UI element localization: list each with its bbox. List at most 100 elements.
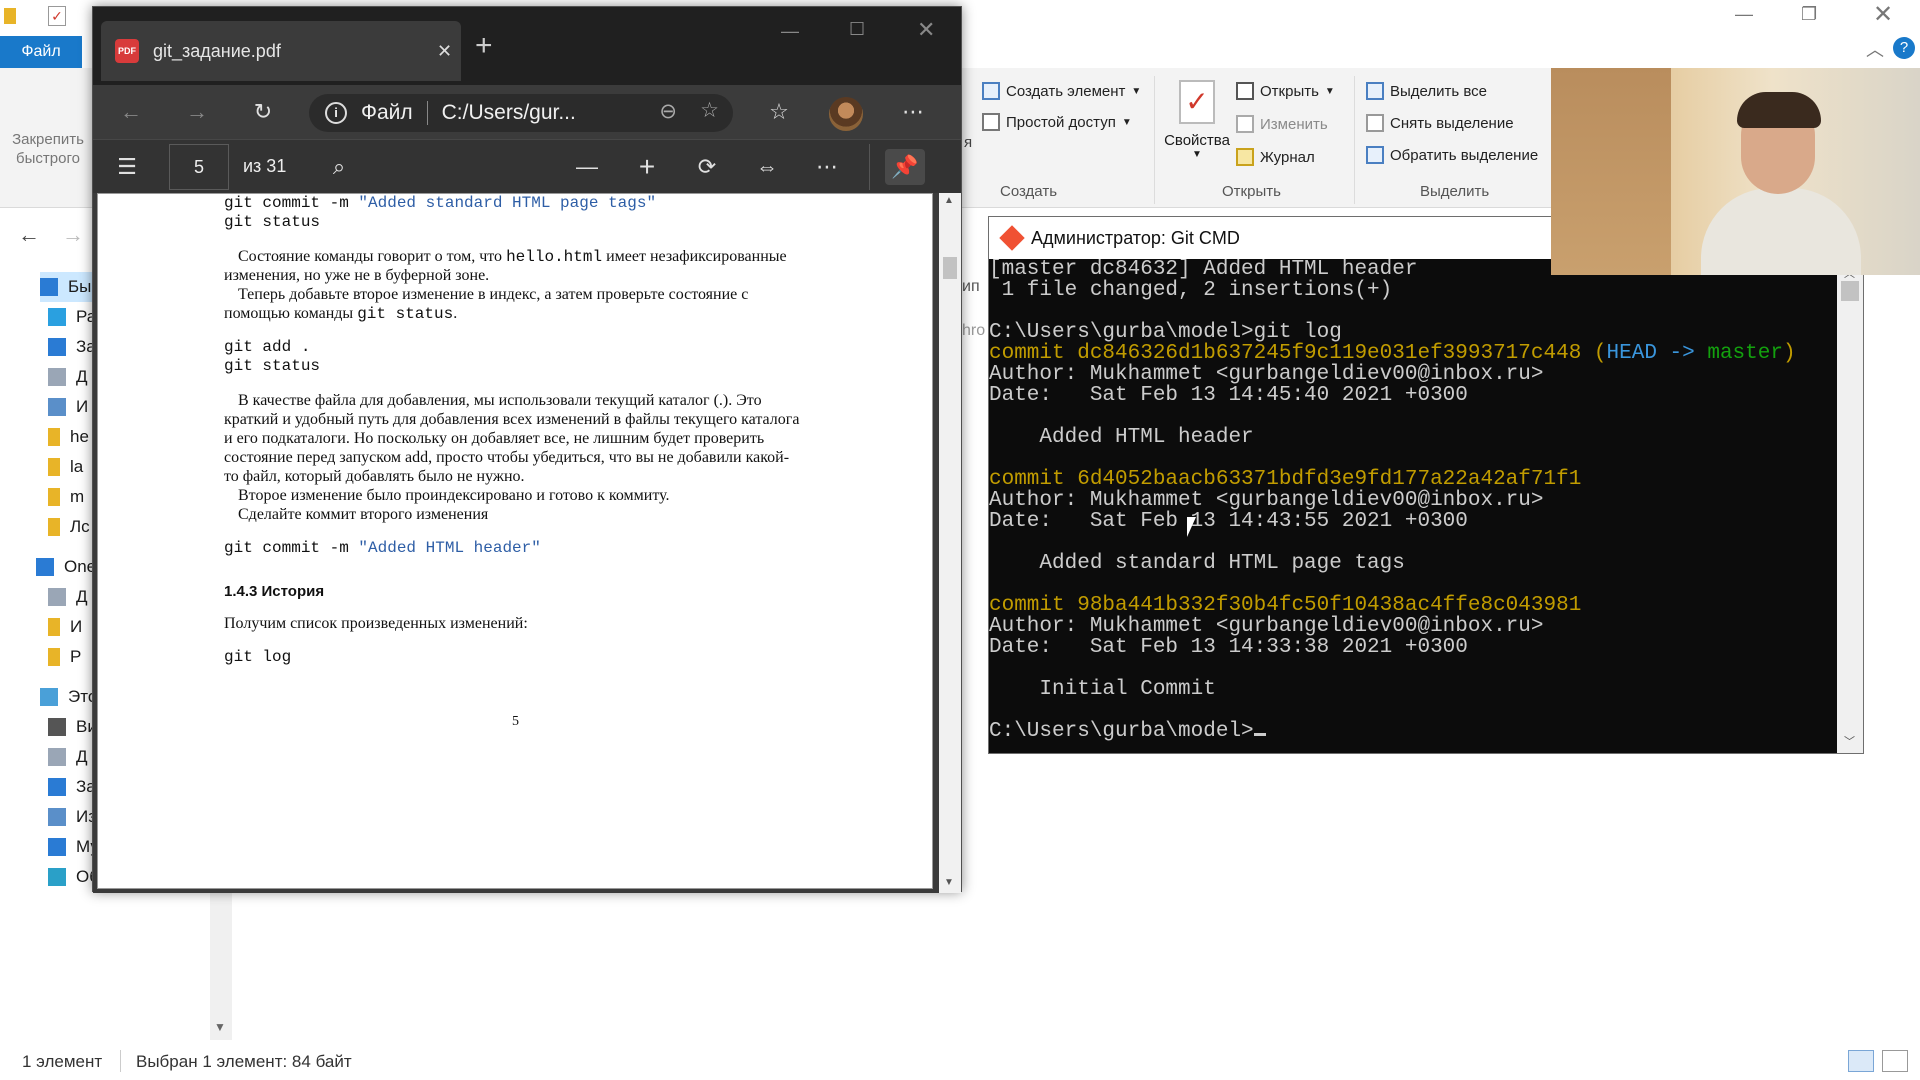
video-icon (48, 718, 66, 736)
open-button[interactable]: Открыть ▼ (1236, 82, 1335, 100)
search-icon[interactable]: ⌕ (323, 151, 355, 183)
file-menu-tab[interactable]: Файл (0, 36, 82, 68)
pin-label: Закрепить (12, 131, 84, 148)
collapse-ribbon-icon[interactable]: ︿ (1866, 36, 1884, 62)
rotate-icon[interactable]: ⟳ (691, 151, 723, 183)
properties-icon: ✓ (1179, 80, 1215, 124)
paragraph-line: состояние перед запуском add, просто что… (224, 449, 790, 466)
paragraph-line: Второе изменение было проиндексировано и… (238, 487, 670, 504)
picture-icon (48, 398, 66, 416)
webcam-wall (1551, 68, 1671, 275)
sidebar-item-label: Д (76, 367, 88, 386)
new-item-icon (982, 82, 1000, 100)
zoom-out-icon[interactable]: ⊖ (659, 99, 677, 124)
select-all-button[interactable]: Выделить все (1366, 82, 1487, 100)
terminal-line: Initial Commit (989, 678, 1216, 701)
pdf-toolbar: ☰ 5 из 31 ⌕ — + ⟳ ⇔ ⋯ 📌 (93, 139, 961, 193)
dropdown-arrow-icon: ▼ (1192, 149, 1202, 160)
paragraph-line: Теперь добавьте второе изменение в индек… (238, 286, 749, 303)
partial-column-text: hro (962, 322, 986, 339)
invert-selection-icon (1366, 146, 1384, 164)
favorites-icon[interactable]: ☆ (763, 96, 795, 128)
pin-toolbar-icon[interactable]: 📌 (885, 149, 925, 185)
edit-label: Изменить (1260, 115, 1328, 133)
scroll-down-icon[interactable]: ▼ (944, 877, 954, 888)
invert-selection-button[interactable]: Обратить выделение (1366, 146, 1538, 164)
minimize-icon[interactable]: — (1735, 4, 1759, 25)
scrollbar-thumb[interactable] (943, 257, 957, 279)
new-tab-icon[interactable]: + (475, 31, 493, 61)
toolbar-divider (869, 144, 870, 190)
properties-check-icon[interactable]: ✓ (48, 6, 66, 26)
selection-info: Выбран 1 элемент: 84 байт (136, 1052, 352, 1071)
history-label: Журнал (1260, 148, 1315, 166)
pdf-scrollbar[interactable]: ▲ ▼ (939, 193, 961, 893)
computer-icon (40, 688, 58, 706)
add-favorite-icon[interactable]: ☆ (700, 98, 719, 123)
sidebar-item-label: m (70, 487, 85, 506)
ribbon-divider (1154, 76, 1155, 204)
forward-icon[interactable]: → (181, 96, 213, 128)
edit-button[interactable]: Изменить (1236, 115, 1328, 133)
close-tab-icon[interactable]: ✕ (437, 41, 452, 62)
address-scheme-label: Файл (361, 101, 413, 124)
refresh-icon[interactable]: ↻ (247, 96, 279, 128)
pin-quick-access-button[interactable]: Закрепить быстрого (10, 130, 86, 168)
paragraph-line: изменения, но уже не в буферной зоне. (224, 267, 490, 284)
table-of-contents-icon[interactable]: ☰ (111, 151, 143, 183)
zoom-in-icon[interactable]: + (631, 151, 663, 183)
back-arrow-icon[interactable]: ← (18, 222, 40, 248)
code-line: git commit -m "Added standard HTML page … (224, 194, 657, 212)
help-icon[interactable]: ? (1893, 37, 1915, 59)
terminal-line: 1 file changed, 2 insertions(+) (989, 279, 1393, 302)
terminal-scrollbar[interactable]: ︿ ﹀ (1837, 259, 1863, 753)
address-path: C:/Users/gur... (441, 101, 576, 124)
group-open-label: Открыть (1222, 183, 1281, 200)
select-all-label: Выделить все (1390, 82, 1488, 100)
properties-button[interactable]: ✓ Свойства ▼ (1162, 80, 1232, 160)
maximize-icon[interactable]: ☐ (849, 19, 865, 40)
close-icon[interactable]: ✕ (1873, 0, 1897, 29)
zoom-out-icon[interactable]: — (571, 151, 603, 183)
dropdown-arrow-icon: ▼ (1324, 85, 1335, 97)
new-item-button[interactable]: Создать элемент ▼ (982, 82, 1141, 100)
browser-tab[interactable]: PDF git_задание.pdf ✕ (101, 21, 461, 81)
scroll-up-icon[interactable]: ▲ (944, 195, 954, 206)
scrollbar-thumb[interactable] (1841, 281, 1859, 301)
sidebar-item-label: Д (76, 747, 88, 766)
paragraph-line: В качестве файла для добавления, мы испо… (238, 392, 762, 409)
document-icon (48, 368, 66, 386)
scroll-down-icon[interactable]: ▼ (214, 1020, 226, 1034)
edit-icon (1236, 115, 1254, 133)
more-options-icon[interactable]: ⋯ (897, 96, 929, 128)
code-line: git commit -m "Added HTML header" (224, 539, 541, 557)
quick-access-toolbar: ✓ (0, 0, 100, 30)
close-window-icon[interactable]: ✕ (917, 17, 935, 43)
browser-toolbar: ← → ↻ i Файл C:/Users/gur... ⊖ ☆ ☆ ⋯ (93, 85, 961, 139)
group-create-label: Создать (1000, 183, 1058, 200)
fit-to-page-icon[interactable]: ⇔ (751, 151, 783, 183)
group-select-label: Выделить (1420, 183, 1490, 200)
minimize-icon[interactable]: — (781, 21, 799, 42)
terminal-output[interactable]: [master dc84632] Added HTML header 1 fil… (989, 259, 1837, 753)
partial-column-text: ип (962, 278, 980, 295)
page-number-input[interactable]: 5 (169, 144, 229, 190)
select-none-label: Снять выделение (1390, 114, 1514, 132)
sidebar-item-label: Р (70, 647, 82, 666)
profile-avatar[interactable] (829, 97, 863, 131)
large-icons-view-icon[interactable] (1882, 1050, 1908, 1072)
pdf-viewer[interactable]: git commit -m "Added standard HTML page … (93, 193, 961, 893)
easy-access-button[interactable]: Простой доступ ▼ (982, 113, 1132, 131)
address-bar[interactable]: i Файл C:/Users/gur... ⊖ ☆ (309, 94, 733, 132)
scroll-down-icon[interactable]: ﹀ (1844, 733, 1855, 749)
forward-arrow-icon[interactable]: → (62, 222, 84, 248)
history-button[interactable]: Журнал (1236, 148, 1315, 166)
back-icon[interactable]: ← (115, 96, 147, 128)
restore-icon[interactable]: ❐ (1801, 4, 1825, 25)
more-tools-icon[interactable]: ⋯ (811, 151, 843, 183)
details-view-icon[interactable] (1848, 1050, 1874, 1072)
folder-icon (48, 428, 60, 446)
select-none-button[interactable]: Снять выделение (1366, 114, 1514, 132)
info-icon[interactable]: i (325, 102, 347, 124)
terminal-line: Author: Mukhammet <gurbangeldiev00@inbox… (989, 363, 1544, 386)
